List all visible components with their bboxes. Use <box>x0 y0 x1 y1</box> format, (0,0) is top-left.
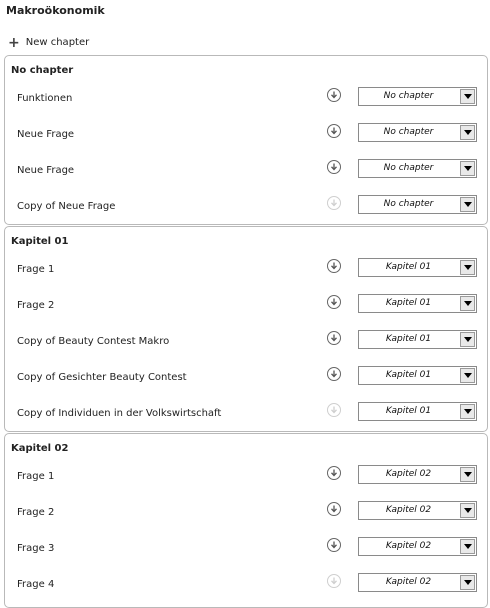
chapter-select[interactable]: Kapitel 02 <box>358 465 477 484</box>
chapter-select[interactable]: Kapitel 01 <box>358 330 477 349</box>
question-row: Copy of Beauty Contest Makro Kapitel 01 <box>5 330 487 354</box>
chevron-down-icon[interactable] <box>460 260 475 275</box>
plus-icon: + <box>8 34 20 51</box>
download-icon[interactable] <box>327 124 341 138</box>
question-label: Copy of Neue Frage <box>17 201 116 212</box>
download-icon <box>327 403 341 417</box>
question-row: Neue Frage No chapter <box>5 159 487 183</box>
chapter-select-value: Kapitel 02 <box>385 541 432 551</box>
new-chapter-label: New chapter <box>25 37 90 48</box>
chevron-down-icon[interactable] <box>460 197 475 212</box>
question-row: Copy of Individuen in der Volkswirtschaf… <box>5 402 487 426</box>
question-label: Copy of Individuen in der Volkswirtschaf… <box>17 408 222 419</box>
chevron-down-icon[interactable] <box>460 161 475 176</box>
question-row: Frage 1 Kapitel 01 <box>5 258 487 282</box>
chapter-panel-kapitel-02: Kapitel 02 Frage 1 Kapitel 02 Frage 2 Ka… <box>4 433 488 608</box>
chapter-select-value: Kapitel 02 <box>385 577 432 587</box>
question-row: Frage 3 Kapitel 02 <box>5 537 487 561</box>
chapter-select-value: Kapitel 01 <box>385 370 432 380</box>
chapter-select[interactable]: Kapitel 01 <box>358 258 477 277</box>
question-label: Frage 1 <box>17 264 55 275</box>
page-title: Makroökonomik <box>6 4 105 17</box>
download-icon[interactable] <box>327 259 341 273</box>
chapter-select-value: No chapter <box>383 127 434 137</box>
chevron-down-icon[interactable] <box>460 575 475 590</box>
download-icon[interactable] <box>327 367 341 381</box>
chapter-select[interactable]: Kapitel 02 <box>358 501 477 520</box>
chapter-select[interactable]: Kapitel 01 <box>358 402 477 421</box>
chapter-select-value: Kapitel 01 <box>385 262 432 272</box>
question-label: Copy of Gesichter Beauty Contest <box>17 372 187 383</box>
chapter-select[interactable]: No chapter <box>358 123 477 142</box>
chapter-select[interactable]: Kapitel 02 <box>358 573 477 592</box>
download-icon <box>327 574 341 588</box>
question-row: Frage 1 Kapitel 02 <box>5 465 487 489</box>
download-icon[interactable] <box>327 88 341 102</box>
question-label: Frage 3 <box>17 543 55 554</box>
chapter-select[interactable]: No chapter <box>358 195 477 214</box>
question-label: Frage 2 <box>17 300 55 311</box>
question-label: Neue Frage <box>17 129 75 140</box>
chevron-down-icon[interactable] <box>460 503 475 518</box>
chapter-select[interactable]: Kapitel 02 <box>358 537 477 556</box>
question-label: Frage 1 <box>17 471 55 482</box>
chevron-down-icon[interactable] <box>460 539 475 554</box>
question-row: Neue Frage No chapter <box>5 123 487 147</box>
chapter-panel-no-chapter: No chapter Funktionen No chapter Neue Fr… <box>4 55 488 225</box>
question-label: Neue Frage <box>17 165 75 176</box>
chapter-select-value: Kapitel 01 <box>385 298 432 308</box>
download-icon[interactable] <box>327 502 341 516</box>
chevron-down-icon[interactable] <box>460 368 475 383</box>
chapter-select[interactable]: Kapitel 01 <box>358 294 477 313</box>
chapter-select-value: No chapter <box>383 91 434 101</box>
chevron-down-icon[interactable] <box>460 332 475 347</box>
question-row: Copy of Gesichter Beauty Contest Kapitel… <box>5 366 487 390</box>
chapter-select-value: Kapitel 01 <box>385 406 432 416</box>
chevron-down-icon[interactable] <box>460 125 475 140</box>
chevron-down-icon[interactable] <box>460 404 475 419</box>
download-icon[interactable] <box>327 466 341 480</box>
question-row: Frage 2 Kapitel 01 <box>5 294 487 318</box>
question-label: Copy of Beauty Contest Makro <box>17 336 170 347</box>
question-label: Funktionen <box>17 93 73 104</box>
download-icon[interactable] <box>327 160 341 174</box>
chapter-title: Kapitel 02 <box>11 443 69 454</box>
download-icon[interactable] <box>327 538 341 552</box>
question-row: Funktionen No chapter <box>5 87 487 111</box>
question-label: Frage 2 <box>17 507 55 518</box>
question-label: Frage 4 <box>17 579 55 590</box>
new-chapter-button[interactable]: + New chapter <box>8 34 90 51</box>
chapter-select-value: Kapitel 01 <box>385 334 432 344</box>
chapter-panel-kapitel-01: Kapitel 01 Frage 1 Kapitel 01 Frage 2 Ka… <box>4 226 488 432</box>
chapter-select-value: Kapitel 02 <box>385 505 432 515</box>
chapter-select[interactable]: Kapitel 01 <box>358 366 477 385</box>
chapter-select-value: Kapitel 02 <box>385 469 432 479</box>
question-row: Frage 2 Kapitel 02 <box>5 501 487 525</box>
download-icon[interactable] <box>327 331 341 345</box>
chapter-title: Kapitel 01 <box>11 236 69 247</box>
chapter-select-value: No chapter <box>383 163 434 173</box>
chevron-down-icon[interactable] <box>460 89 475 104</box>
chapter-select[interactable]: No chapter <box>358 159 477 178</box>
question-row: Frage 4 Kapitel 02 <box>5 573 487 597</box>
chevron-down-icon[interactable] <box>460 296 475 311</box>
chapter-select-value: No chapter <box>383 199 434 209</box>
download-icon[interactable] <box>327 295 341 309</box>
chevron-down-icon[interactable] <box>460 467 475 482</box>
question-row: Copy of Neue Frage No chapter <box>5 195 487 219</box>
download-icon <box>327 196 341 210</box>
chapter-title: No chapter <box>11 65 74 76</box>
chapter-select[interactable]: No chapter <box>358 87 477 106</box>
